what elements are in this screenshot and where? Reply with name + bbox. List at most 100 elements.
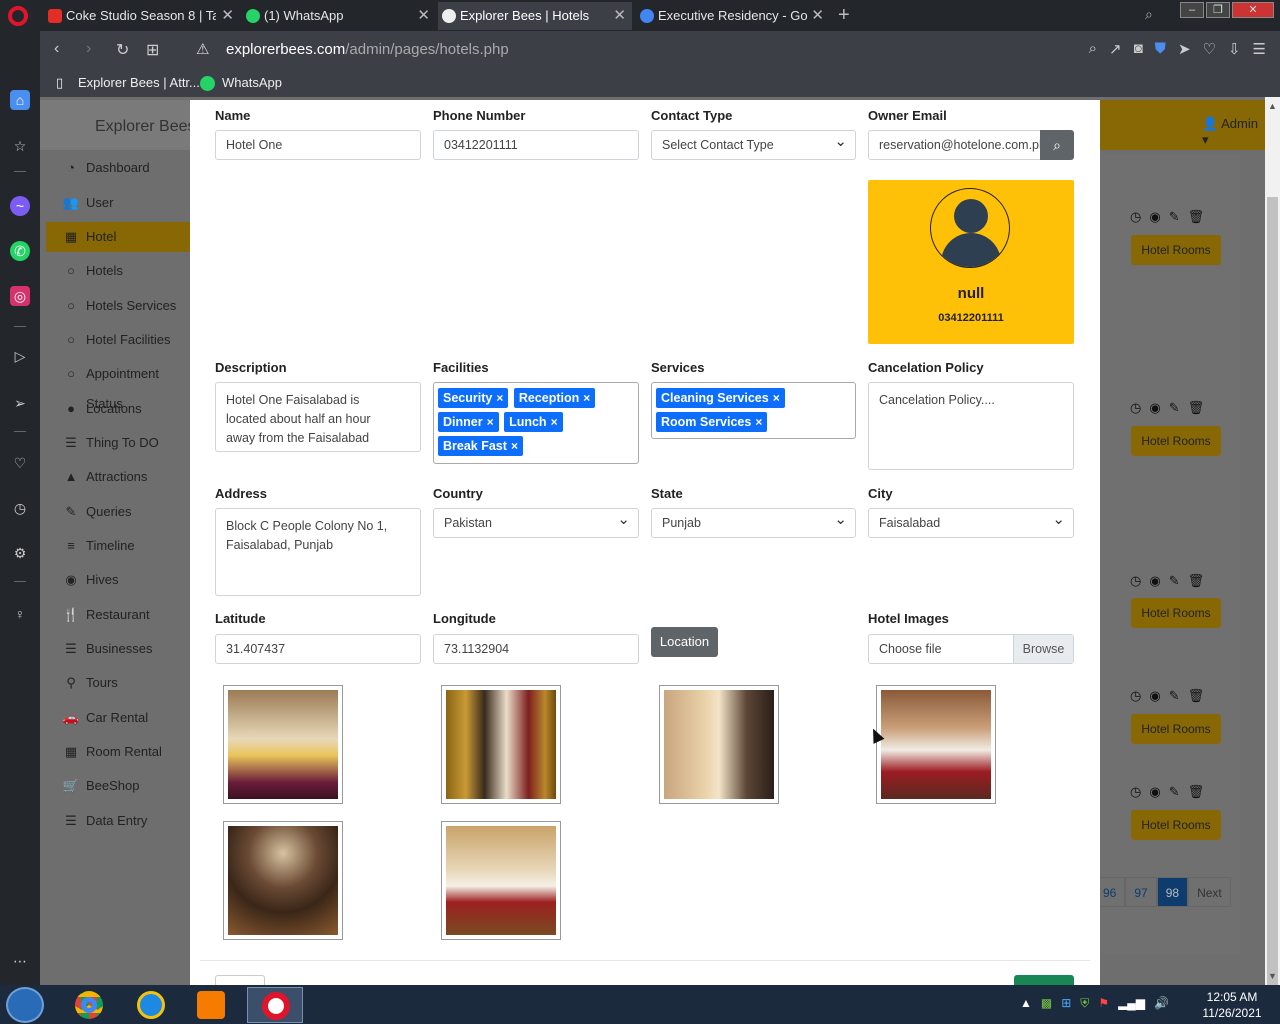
close-modal-button[interactable] bbox=[215, 975, 265, 985]
share-icon[interactable]: ↗ bbox=[1109, 40, 1122, 58]
page-98[interactable]: 98 bbox=[1156, 877, 1189, 907]
history-icon[interactable]: ◷ bbox=[1130, 209, 1141, 225]
messenger-icon[interactable]: ~ bbox=[10, 196, 30, 216]
hotel-rooms-button[interactable]: Hotel Rooms bbox=[1131, 810, 1221, 840]
show-hidden-icons[interactable]: ▲ bbox=[1020, 996, 1032, 1011]
send-icon[interactable]: ➤ bbox=[1178, 40, 1191, 58]
forward-icon[interactable]: › bbox=[86, 40, 91, 58]
hotel-image-thumbnail[interactable] bbox=[441, 821, 561, 940]
view-eye-icon[interactable]: ◉ bbox=[1149, 784, 1160, 800]
hotel-rooms-button[interactable]: Hotel Rooms bbox=[1131, 714, 1221, 744]
trash-icon[interactable]: 🗑 bbox=[1188, 573, 1205, 589]
download-icon[interactable]: ⇩ bbox=[1228, 40, 1241, 58]
flag-icon[interactable]: ⚑ bbox=[1098, 996, 1109, 1011]
app-tray-icon[interactable]: ▩ bbox=[1041, 996, 1052, 1011]
sidebar-item-car-rental[interactable]: 🚗 Car Rental bbox=[46, 703, 191, 733]
hotel-image-thumbnail[interactable] bbox=[223, 685, 343, 804]
tab-coke-studio[interactable]: Coke Studio Season 8 | Taj ✕ bbox=[44, 2, 240, 30]
security-icon[interactable]: ⛨ bbox=[1080, 996, 1089, 1011]
close-window-icon[interactable]: ✕ bbox=[1232, 2, 1274, 18]
edit-user-icon[interactable]: ✎ bbox=[1169, 573, 1180, 589]
scroll-down-icon[interactable]: ▼ bbox=[1268, 971, 1277, 981]
opera-logo-icon[interactable] bbox=[8, 6, 28, 26]
description-textarea[interactable]: Hotel One Faisalabad is located about ha… bbox=[215, 382, 421, 452]
close-tab-icon[interactable]: ✕ bbox=[811, 2, 824, 30]
close-tab-icon[interactable]: ✕ bbox=[221, 2, 234, 30]
trash-icon[interactable]: 🗑 bbox=[1188, 784, 1205, 800]
start-button-icon[interactable] bbox=[6, 987, 44, 1023]
state-select[interactable]: Punjab bbox=[651, 508, 856, 538]
remove-tag-icon[interactable]: × bbox=[583, 391, 590, 405]
sidebar-item-restaurant[interactable]: 🍴 Restaurant bbox=[46, 600, 191, 630]
remove-tag-icon[interactable]: × bbox=[511, 439, 518, 453]
services-multiselect[interactable]: Cleaning Services × Room Services × bbox=[651, 382, 856, 439]
sidebar-item-hotels-services[interactable]: ○ Hotels Services bbox=[46, 291, 191, 321]
reload-icon[interactable]: ↻ bbox=[116, 40, 129, 60]
sidebar-item-businesses[interactable]: ☰ Businesses bbox=[46, 634, 191, 664]
lightbulb-icon[interactable]: ♀ bbox=[10, 604, 30, 624]
facility-tag[interactable]: Break Fast × bbox=[438, 436, 523, 456]
view-eye-icon[interactable]: ◉ bbox=[1149, 209, 1160, 225]
home-icon[interactable]: ⌂ bbox=[10, 90, 30, 110]
view-eye-icon[interactable]: ◉ bbox=[1149, 688, 1160, 704]
edit-user-icon[interactable]: ✎ bbox=[1169, 688, 1180, 704]
remove-tag-icon[interactable]: × bbox=[755, 415, 762, 429]
close-tab-icon[interactable]: ✕ bbox=[613, 2, 626, 30]
tab-whatsapp[interactable]: (1) WhatsApp ✕ bbox=[242, 2, 436, 30]
heart-icon[interactable]: ♡ bbox=[10, 453, 30, 473]
history-icon[interactable]: ◷ bbox=[10, 498, 30, 518]
heart-icon[interactable]: ♡ bbox=[1203, 40, 1216, 58]
view-eye-icon[interactable]: ◉ bbox=[1149, 400, 1160, 416]
sidebar-item-hives[interactable]: ◉ Hives bbox=[46, 565, 191, 595]
settings-gear-icon[interactable]: ⚙ bbox=[10, 543, 30, 563]
hotel-rooms-button[interactable]: Hotel Rooms bbox=[1131, 598, 1221, 628]
sidebar-item-locations[interactable]: ● Locations bbox=[46, 394, 191, 424]
sidebar-item-hotel-facilities[interactable]: ○ Hotel Facilities bbox=[46, 325, 191, 355]
page-97[interactable]: 97 bbox=[1125, 877, 1157, 907]
flow-icon[interactable]: ➢ bbox=[10, 393, 30, 413]
bookmark-explorer-bees[interactable]: Explorer Bees | Attr... bbox=[78, 75, 200, 90]
url-field[interactable]: explorerbees.com/admin/pages/hotels.php bbox=[226, 41, 509, 58]
tab-executive-residency[interactable]: Executive Residency - Goog ✕ bbox=[636, 2, 830, 30]
admin-menu[interactable]: 👤 Admin ▾ bbox=[1202, 116, 1265, 148]
close-tab-icon[interactable]: ✕ bbox=[417, 2, 430, 30]
history-icon[interactable]: ◷ bbox=[1130, 400, 1141, 416]
hotel-image-thumbnail[interactable] bbox=[223, 821, 343, 940]
tab-explorer-bees-hotels[interactable]: Explorer Bees | Hotels ✕ bbox=[438, 2, 632, 30]
hotel-images-file-input[interactable]: Choose file Browse bbox=[868, 634, 1074, 664]
history-icon[interactable]: ◷ bbox=[1130, 784, 1141, 800]
sidebar-item-attractions[interactable]: ▲ Attractions bbox=[46, 462, 191, 492]
phone-input[interactable]: 03412201111 bbox=[433, 130, 639, 160]
more-icon[interactable]: ⋯ bbox=[10, 951, 30, 971]
tab-search-icon[interactable]: ⌕ bbox=[1145, 6, 1153, 23]
remove-tag-icon[interactable]: × bbox=[773, 391, 780, 405]
player-icon[interactable]: ▷ bbox=[10, 346, 30, 366]
sidebar-item-dashboard[interactable]: ◔ Dashboard bbox=[46, 153, 191, 183]
whatsapp-icon[interactable]: ✆ bbox=[10, 241, 30, 261]
sidebar-item-timeline[interactable]: ≡ Timeline bbox=[46, 531, 191, 561]
facilities-multiselect[interactable]: Security × Reception × Dinner × Lunch × Brea… bbox=[433, 382, 639, 464]
service-tag[interactable]: Room Services × bbox=[656, 412, 768, 432]
remove-tag-icon[interactable]: × bbox=[487, 415, 494, 429]
maximize-icon[interactable]: ❐ bbox=[1206, 2, 1230, 18]
media-player-taskbar-icon[interactable] bbox=[183, 987, 239, 1023]
service-tag[interactable]: Cleaning Services × bbox=[656, 388, 785, 408]
name-input[interactable]: Hotel One bbox=[215, 130, 421, 160]
hotel-image-thumbnail[interactable] bbox=[659, 685, 779, 804]
page-next[interactable]: Next bbox=[1188, 877, 1231, 907]
sidebar-item-tours[interactable]: ⚲ Tours bbox=[46, 668, 191, 698]
brand-title[interactable]: Explorer Bees bbox=[95, 118, 196, 136]
back-icon[interactable]: ‹ bbox=[54, 40, 59, 58]
remove-tag-icon[interactable]: × bbox=[496, 391, 503, 405]
network-app-icon[interactable]: ⊞ bbox=[1061, 996, 1071, 1011]
scroll-up-icon[interactable]: ▲ bbox=[1268, 101, 1277, 111]
facility-tag[interactable]: Security × bbox=[438, 388, 509, 408]
hotel-image-thumbnail[interactable] bbox=[441, 685, 561, 804]
camera-icon[interactable]: ◙ bbox=[1134, 40, 1143, 58]
hotel-rooms-button[interactable]: Hotel Rooms bbox=[1131, 426, 1221, 456]
trash-icon[interactable]: 🗑 bbox=[1188, 688, 1205, 704]
contact-type-select[interactable]: Select Contact Type bbox=[651, 130, 856, 160]
sidebar-item-hotels[interactable]: ○ Hotels bbox=[46, 256, 191, 286]
star-icon[interactable]: ☆ bbox=[10, 136, 30, 156]
address-textarea[interactable]: Block C People Colony No 1, Faisalabad, … bbox=[215, 508, 421, 596]
